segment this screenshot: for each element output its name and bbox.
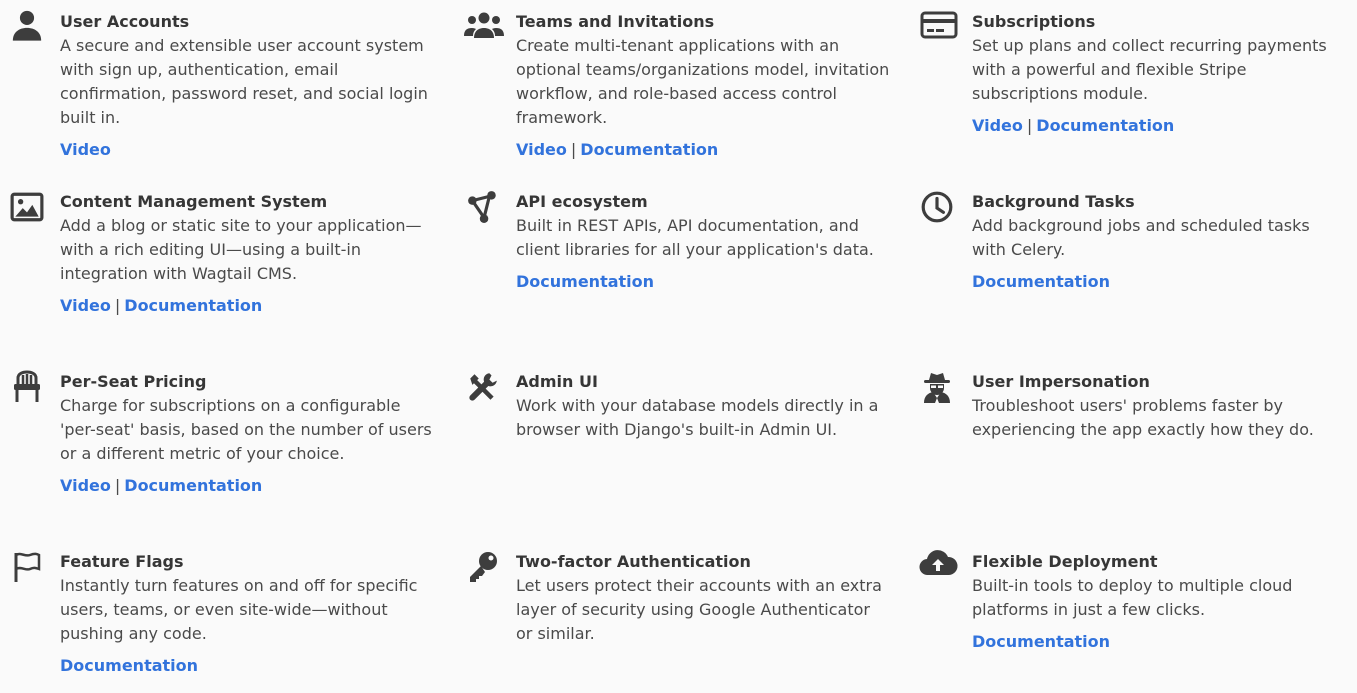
feature-title: Content Management System xyxy=(60,192,328,211)
feature-user-impersonation: User Impersonation Troubleshoot users' p… xyxy=(924,370,1347,442)
image-icon xyxy=(10,190,44,224)
feature-title: Teams and Invitations xyxy=(516,12,715,31)
feature-user-accounts: User Accounts A secure and extensible us… xyxy=(12,10,435,162)
documentation-link[interactable]: Documentation xyxy=(124,296,262,315)
feature-title: Subscriptions xyxy=(972,12,1096,31)
feature-links: Video | Documentation xyxy=(972,114,1347,138)
link-separator: | xyxy=(570,140,577,159)
documentation-link[interactable]: Documentation xyxy=(60,656,198,675)
users-icon xyxy=(464,8,504,42)
video-link[interactable]: Video xyxy=(60,296,111,315)
documentation-link[interactable]: Documentation xyxy=(1036,116,1174,135)
feature-title: Flexible Deployment xyxy=(972,552,1158,571)
feature-title: Admin UI xyxy=(516,372,598,391)
feature-description: Charge for subscriptions on a configurab… xyxy=(60,396,432,463)
video-link[interactable]: Video xyxy=(60,140,111,159)
documentation-link[interactable]: Documentation xyxy=(580,140,718,159)
feature-description: Work with your database models directly … xyxy=(516,396,879,439)
flag-icon xyxy=(10,550,44,584)
documentation-link[interactable]: Documentation xyxy=(516,272,654,291)
connection-icon xyxy=(466,190,500,224)
feature-links: Documentation xyxy=(60,654,435,678)
feature-description: Built in REST APIs, API documentation, a… xyxy=(516,216,874,259)
feature-links: Documentation xyxy=(972,270,1347,294)
features-grid: User Accounts A secure and extensible us… xyxy=(0,0,1357,693)
feature-cms: Content Management System Add a blog or … xyxy=(10,190,435,318)
feature-flexible-deployment: Flexible Deployment Built-in tools to de… xyxy=(919,550,1347,654)
feature-title: Background Tasks xyxy=(972,192,1135,211)
feature-title: Two-factor Authentication xyxy=(516,552,751,571)
feature-two-factor-auth: Two-factor Authentication Let users prot… xyxy=(470,550,891,646)
link-separator: | xyxy=(114,296,121,315)
feature-subscriptions: Subscriptions Set up plans and collect r… xyxy=(920,10,1347,138)
link-separator: | xyxy=(1026,116,1033,135)
chair-icon xyxy=(10,370,44,404)
feature-description: A secure and extensible user account sys… xyxy=(60,36,428,127)
clock-icon xyxy=(920,190,954,224)
feature-links: Video xyxy=(60,138,435,162)
feature-background-tasks: Background Tasks Add background jobs and… xyxy=(921,190,1347,294)
feature-admin-ui: Admin UI Work with your database models … xyxy=(469,370,891,442)
feature-title: Feature Flags xyxy=(60,552,184,571)
documentation-link[interactable]: Documentation xyxy=(972,272,1110,291)
feature-title: User Accounts xyxy=(60,12,190,31)
feature-links: Video | Documentation xyxy=(60,474,435,498)
video-link[interactable]: Video xyxy=(516,140,567,159)
feature-description: Built-in tools to deploy to multiple clo… xyxy=(972,576,1293,619)
feature-links: Video | Documentation xyxy=(60,294,435,318)
feature-description: Instantly turn features on and off for s… xyxy=(60,576,418,643)
feature-per-seat-pricing: Per-Seat Pricing Charge for subscription… xyxy=(14,370,435,498)
feature-description: Add a blog or static site to your applic… xyxy=(60,216,422,283)
feature-teams-invitations: Teams and Invitations Create multi-tenan… xyxy=(464,10,891,162)
feature-links: Documentation xyxy=(972,630,1347,654)
feature-title: API ecosystem xyxy=(516,192,648,211)
documentation-link[interactable]: Documentation xyxy=(124,476,262,495)
credit-card-icon xyxy=(920,8,958,42)
feature-description: Let users protect their accounts with an… xyxy=(516,576,882,643)
cloud-upload-icon xyxy=(918,546,958,580)
link-separator: | xyxy=(114,476,121,495)
documentation-link[interactable]: Documentation xyxy=(972,632,1110,651)
feature-description: Troubleshoot users' problems faster by e… xyxy=(972,396,1314,439)
feature-api-ecosystem: API ecosystem Built in REST APIs, API do… xyxy=(468,190,891,294)
feature-title: Per-Seat Pricing xyxy=(60,372,207,391)
feature-feature-flags: Feature Flags Instantly turn features on… xyxy=(14,550,435,678)
key-icon xyxy=(466,550,500,584)
feature-description: Create multi-tenant applications with an… xyxy=(516,36,890,127)
spy-icon xyxy=(920,370,954,404)
user-icon xyxy=(10,8,44,42)
video-link[interactable]: Video xyxy=(60,476,111,495)
feature-links: Documentation xyxy=(516,270,891,294)
feature-title: User Impersonation xyxy=(972,372,1150,391)
video-link[interactable]: Video xyxy=(972,116,1023,135)
feature-description: Add background jobs and scheduled tasks … xyxy=(972,216,1310,259)
feature-links: Video | Documentation xyxy=(516,138,891,162)
tools-icon xyxy=(466,370,500,404)
feature-description: Set up plans and collect recurring payme… xyxy=(972,36,1327,103)
